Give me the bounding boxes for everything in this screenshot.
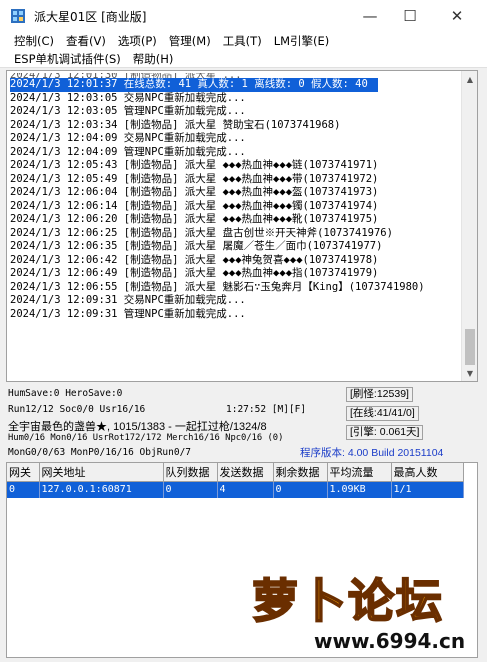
menu-options[interactable]: 选项(P)	[112, 32, 163, 50]
forum-watermark-logo: 萝卜论坛 www.6994.cn	[232, 565, 484, 660]
log-line[interactable]: 2024/1/3 12:06:35 [制造物品] 派大星 屠魔／苍生／面巾(10…	[10, 240, 462, 254]
menu-esp-plugin[interactable]: ESP单机调试插件(S)	[0, 50, 127, 68]
col-avg-traffic[interactable]: 平均流量	[327, 463, 392, 482]
refresh-box: [刷怪:12539]	[346, 387, 413, 402]
cell-max-players: 1/1	[391, 481, 464, 498]
menu-row-1: 控制(C) 查看(V) 选项(P) 管理(M) 工具(T) LM引擎(E)	[0, 32, 335, 50]
menu-help[interactable]: 帮助(H)	[127, 50, 180, 68]
col-gateway[interactable]: 网关	[7, 463, 40, 482]
gateway-table: 网关 网关地址 队列数据 发送数据 剩余数据 平均流量 最高人数 0 127.0…	[7, 463, 464, 498]
menu-bar: 控制(C) 查看(V) 选项(P) 管理(M) 工具(T) LM引擎(E) ES…	[0, 32, 487, 68]
table-header-row: 网关 网关地址 队列数据 发送数据 剩余数据 平均流量 最高人数	[7, 463, 464, 482]
log-panel[interactable]: 2024/1/3 12:01:30 [制造物品] 派大星 ... 2024/1/…	[6, 70, 478, 382]
log-line[interactable]: 2024/1/3 12:03:05 管理NPC重新加载完成...	[10, 105, 462, 119]
menu-view[interactable]: 查看(V)	[60, 32, 112, 50]
version-text: 程序版本: 4.00 Build 20151104	[300, 447, 444, 459]
col-sent-data[interactable]: 发送数据	[217, 463, 274, 482]
cell-sent: 4	[217, 481, 274, 498]
log-line[interactable]: 2024/1/3 12:09:31 交易NPC重新加载完成...	[10, 294, 462, 308]
col-queue-data[interactable]: 队列数据	[163, 463, 218, 482]
status-player: 全宇宙最色的盏兽★, 1015/1383 - 一起扛过枪/1324/8	[8, 421, 267, 433]
log-scrollbar[interactable]: ▲ ▼	[461, 71, 477, 381]
online-box: [在线:41/41/0]	[346, 406, 419, 421]
cell-avg-traffic: 1.09KB	[327, 481, 392, 498]
log-list: 2024/1/3 12:01:30 [制造物品] 派大星 ... 2024/1/…	[10, 73, 462, 321]
scroll-down-arrow-icon[interactable]: ▼	[462, 365, 477, 381]
log-line[interactable]: 2024/1/3 12:03:05 交易NPC重新加载完成...	[10, 92, 462, 106]
log-line[interactable]: 2024/1/3 12:03:34 [制造物品] 派大星 赞助宝石(107374…	[10, 119, 462, 133]
scroll-up-arrow-icon[interactable]: ▲	[462, 71, 477, 87]
status-mon: MonG0/0/63 MonP0/16/16 ObjRun0/7	[8, 447, 192, 458]
watermark-url: www.6994.cn	[314, 629, 466, 653]
menu-lm-engine[interactable]: LM引擎(E)	[268, 32, 336, 50]
col-max-players[interactable]: 最高人数	[391, 463, 464, 482]
app-icon	[11, 9, 25, 23]
watermark-logo-text: 萝卜论坛	[251, 573, 444, 629]
status-clock: 1:27:52 [M][F]	[226, 404, 307, 415]
menu-control[interactable]: 控制(C)	[0, 32, 60, 50]
cell-gateway: 0	[7, 481, 40, 498]
log-line[interactable]: 2024/1/3 12:04:09 管理NPC重新加载完成...	[10, 146, 462, 160]
title-bar: 派大星01区 [商业版] — ☐ ✕	[0, 0, 487, 32]
cell-remaining: 0	[273, 481, 328, 498]
menu-manage[interactable]: 管理(M)	[163, 32, 217, 50]
log-line[interactable]: 2024/1/3 12:06:49 [制造物品] 派大星 ◆◆◆热血神◆◆◆指(…	[10, 267, 462, 281]
status-save: HumSave:0 HeroSave:0	[8, 388, 123, 399]
log-line[interactable]: 2024/1/3 12:01:37 在线总数: 41 真人数: 1 离线数: 0…	[10, 78, 378, 92]
log-line[interactable]: 2024/1/3 12:06:42 [制造物品] 派大星 ◆◆◆神兔贺喜◆◆◆(…	[10, 254, 462, 268]
col-remaining-data[interactable]: 剩余数据	[273, 463, 328, 482]
log-line[interactable]: 2024/1/3 12:06:25 [制造物品] 派大星 盘古创世※开天神斧(1…	[10, 227, 462, 241]
log-line[interactable]: 2024/1/3 12:06:20 [制造物品] 派大星 ◆◆◆热血神◆◆◆靴(…	[10, 213, 462, 227]
table-row[interactable]: 0 127.0.0.1:60871 0 4 0 1.09KB 1/1	[7, 481, 464, 498]
cell-address: 127.0.0.1:60871	[39, 481, 164, 498]
log-line[interactable]: 2024/1/3 12:05:43 [制造物品] 派大星 ◆◆◆热血神◆◆◆链(…	[10, 159, 462, 173]
status-run: Run12/12 Soc0/0 Usr16/16	[8, 404, 146, 415]
close-button[interactable]: ✕	[437, 0, 477, 32]
status-area: HumSave:0 HeroSave:0 Run12/12 Soc0/0 Usr…	[6, 385, 478, 459]
minimize-button[interactable]: —	[350, 0, 390, 32]
col-gateway-address[interactable]: 网关地址	[39, 463, 164, 482]
menu-tools[interactable]: 工具(T)	[217, 32, 268, 50]
menu-row-2: ESP单机调试插件(S) 帮助(H)	[0, 50, 179, 68]
log-line[interactable]: 2024/1/3 12:04:09 交易NPC重新加载完成...	[10, 132, 462, 146]
window-title: 派大星01区 [商业版]	[34, 10, 147, 24]
log-line[interactable]: 2024/1/3 12:06:55 [制造物品] 派大星 魅影石∵玉兔奔月【Ki…	[10, 281, 462, 295]
maximize-button[interactable]: ☐	[390, 0, 430, 32]
cell-queue: 0	[163, 481, 218, 498]
engine-box: [引擎: 0.061天]	[346, 425, 424, 440]
log-line[interactable]: 2024/1/3 12:05:49 [制造物品] 派大星 ◆◆◆热血神◆◆◆带(…	[10, 173, 462, 187]
log-line[interactable]: 2024/1/3 12:09:31 管理NPC重新加载完成...	[10, 308, 462, 322]
status-hum: Hum0/16 Mon0/16 UsrRot172/172 Merch16/16…	[8, 433, 284, 443]
log-line[interactable]: 2024/1/3 12:06:04 [制造物品] 派大星 ◆◆◆热血神◆◆◆盔(…	[10, 186, 462, 200]
scroll-thumb[interactable]	[465, 329, 475, 365]
log-line[interactable]: 2024/1/3 12:06:14 [制造物品] 派大星 ◆◆◆热血神◆◆◆镯(…	[10, 200, 462, 214]
